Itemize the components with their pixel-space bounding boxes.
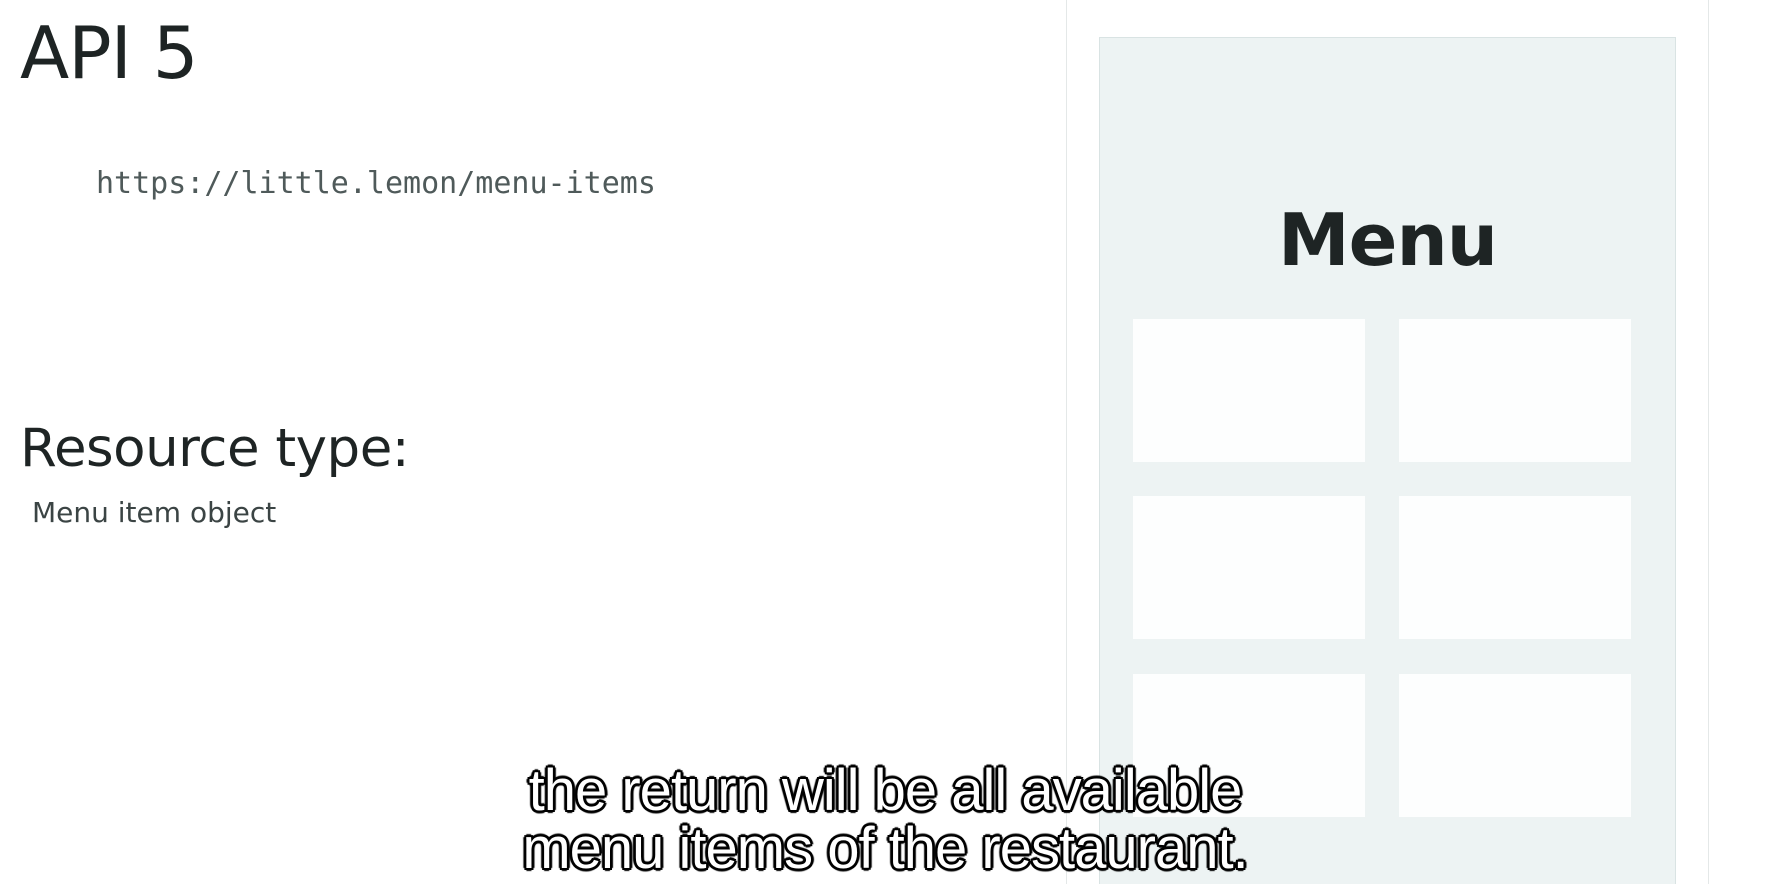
caption-line-2: menu items of the restaurant. bbox=[522, 816, 1248, 881]
menu-item-card bbox=[1399, 319, 1631, 462]
menu-screen-title: Menu bbox=[1278, 198, 1498, 282]
panel-divider-left bbox=[1066, 0, 1067, 884]
panel-divider-right bbox=[1708, 0, 1709, 884]
endpoint-url: https://little.lemon/menu-items bbox=[96, 166, 656, 201]
menu-item-card bbox=[1133, 496, 1365, 639]
video-caption: the return will be all available menu it… bbox=[0, 762, 1770, 878]
caption-line-1: the return will be all available bbox=[528, 758, 1243, 823]
menu-item-card bbox=[1399, 496, 1631, 639]
slide-title: API 5 bbox=[20, 11, 199, 95]
menu-item-card bbox=[1133, 319, 1365, 462]
resource-type-heading: Resource type: bbox=[20, 418, 410, 479]
phone-mockup: Menu bbox=[1099, 37, 1676, 884]
resource-type-value: Menu item object bbox=[32, 496, 277, 529]
